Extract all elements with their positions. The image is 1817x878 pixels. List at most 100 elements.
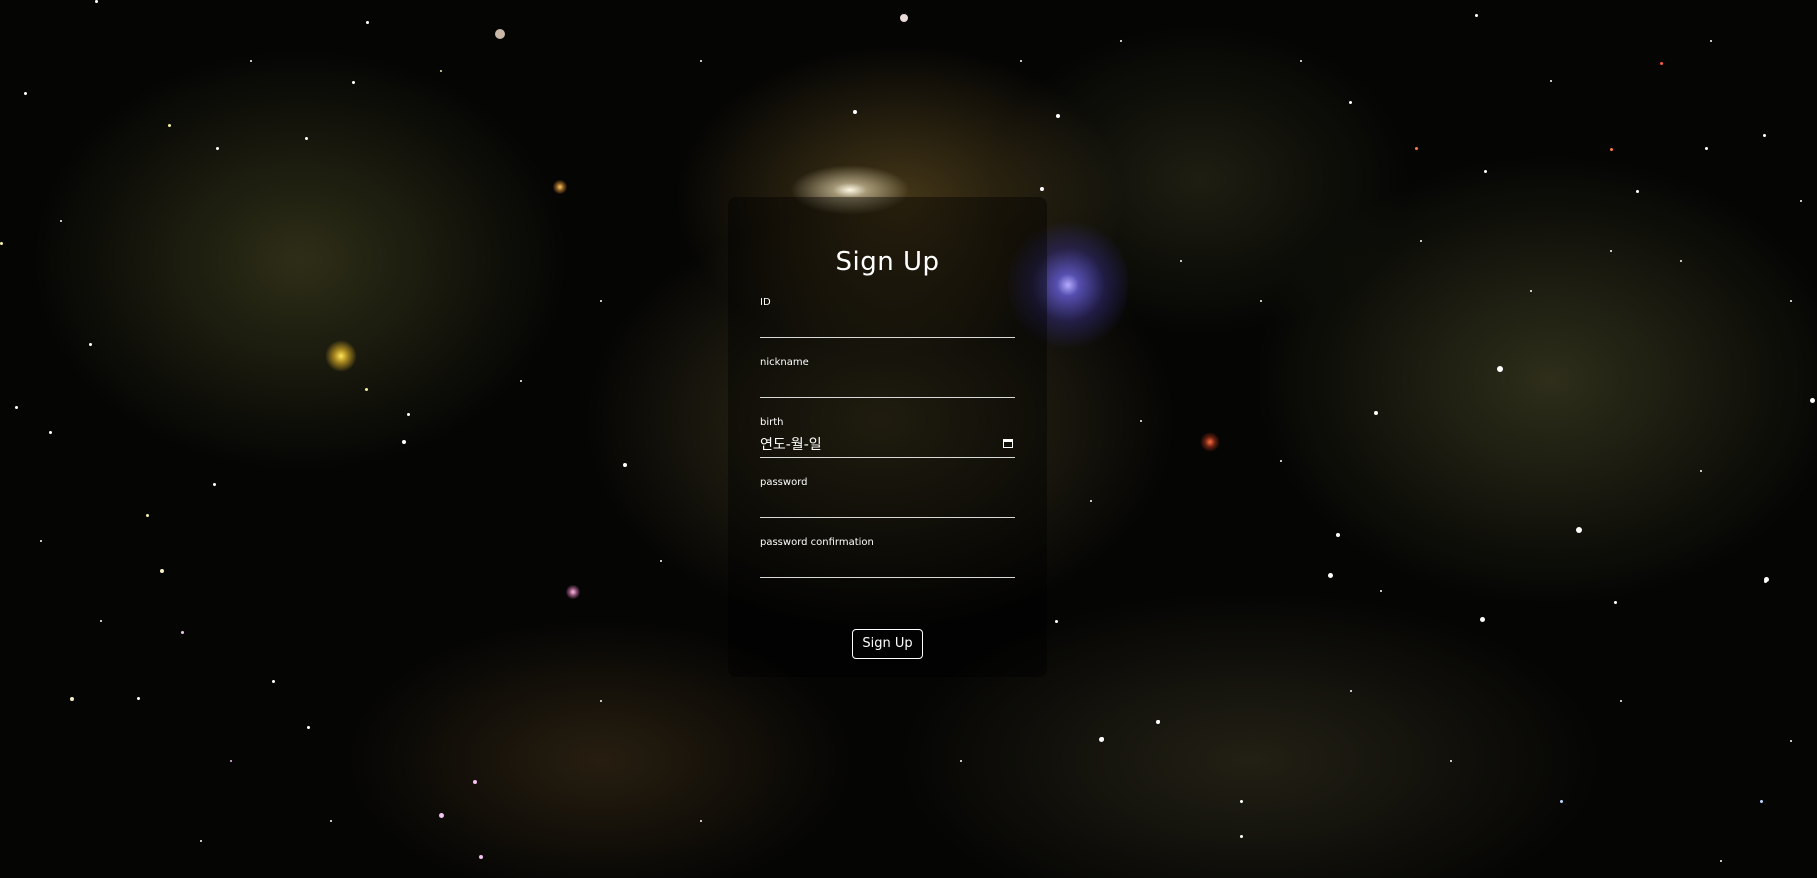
star [1614, 601, 1617, 604]
star [330, 820, 332, 822]
nickname-underline [760, 397, 1015, 398]
password-confirmation-field: password confirmation [760, 537, 1015, 597]
star [1610, 250, 1612, 252]
star [1800, 200, 1802, 202]
star [272, 680, 275, 683]
star [213, 483, 216, 486]
star [600, 300, 602, 302]
star [24, 92, 27, 95]
sign-up-button[interactable]: Sign Up [852, 629, 923, 659]
star [473, 780, 477, 784]
star [1120, 40, 1122, 42]
star [307, 726, 310, 729]
star [1040, 187, 1044, 191]
star [60, 220, 62, 222]
birth-field[interactable]: birth 연도-월-일 [760, 417, 1015, 477]
star [1560, 800, 1563, 803]
star [479, 855, 483, 859]
star [1260, 300, 1262, 302]
star [700, 60, 702, 62]
star [200, 840, 202, 842]
signup-card: Sign Up ID nickname birth 연도-월-일 passwor… [728, 197, 1047, 677]
pink-star-glow [566, 585, 580, 599]
star [1710, 40, 1712, 42]
birth-date-input[interactable]: 연도-월-일 [760, 436, 822, 454]
star [1336, 533, 1340, 537]
star [1700, 470, 1702, 472]
star [1157, 720, 1160, 723]
star [1720, 860, 1722, 862]
star [0, 242, 3, 245]
star [407, 413, 410, 416]
star [1530, 290, 1532, 292]
star [1480, 617, 1485, 622]
password-input[interactable] [760, 493, 1015, 515]
star [1550, 80, 1552, 82]
star [160, 569, 164, 573]
password-confirmation-underline [760, 577, 1015, 578]
birth-underline [760, 457, 1015, 458]
star [49, 431, 52, 434]
red-star-glow [1200, 432, 1220, 452]
calendar-icon[interactable] [1003, 439, 1013, 448]
star [1090, 500, 1092, 502]
yellow-star-glow [325, 340, 357, 372]
star [1790, 740, 1792, 742]
star [250, 60, 252, 62]
form-title: Sign Up [835, 247, 940, 277]
star [70, 697, 74, 701]
orange-star-glow [553, 180, 567, 194]
star [1240, 800, 1243, 803]
star [520, 380, 522, 382]
star [1350, 690, 1352, 692]
id-label: ID [760, 297, 771, 308]
id-input[interactable] [760, 313, 1015, 335]
id-field: ID [760, 297, 1015, 357]
star [1497, 366, 1503, 372]
star [216, 147, 219, 150]
star [1760, 800, 1763, 803]
star [168, 124, 171, 127]
form-fields: ID nickname birth 연도-월-일 password passwo… [760, 297, 1015, 597]
star [1420, 240, 1422, 242]
password-confirmation-input[interactable] [760, 553, 1015, 575]
star [960, 760, 962, 762]
star [1180, 260, 1182, 262]
star [89, 343, 92, 346]
star [1055, 620, 1058, 623]
star [95, 0, 98, 3]
password-field: password [760, 477, 1015, 537]
star [366, 21, 369, 24]
password-label: password [760, 477, 808, 488]
star [700, 820, 702, 822]
star [1576, 527, 1582, 533]
star [660, 560, 662, 562]
star [1300, 60, 1302, 62]
star [1763, 134, 1766, 137]
star [402, 440, 406, 444]
star [1020, 60, 1022, 62]
star [305, 137, 308, 140]
star [1056, 114, 1060, 118]
birth-label: birth [760, 417, 784, 428]
star [1810, 398, 1815, 403]
star [1328, 573, 1333, 578]
star [1484, 170, 1487, 173]
id-underline [760, 337, 1015, 338]
star [1764, 580, 1767, 583]
star [40, 540, 42, 542]
star [1620, 700, 1622, 702]
star [439, 813, 444, 818]
star [1764, 577, 1769, 582]
star [623, 463, 627, 467]
star [1240, 835, 1243, 838]
star [1140, 420, 1142, 422]
star [137, 697, 140, 700]
star [1099, 737, 1104, 742]
star [15, 406, 18, 409]
star [1349, 101, 1352, 104]
star [1475, 14, 1478, 17]
star [853, 110, 857, 114]
star [1280, 460, 1282, 462]
nickname-input[interactable] [760, 373, 1015, 395]
